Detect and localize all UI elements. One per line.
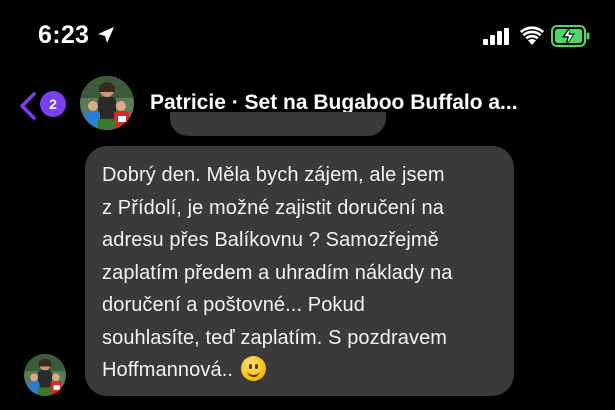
status-time: 6:23 (38, 21, 90, 49)
message-text-content: Dobrý den. Měla bych zájem, ale jsem z P… (102, 164, 453, 381)
smiling-face-emoji-icon (240, 356, 266, 381)
battery-charging-icon (551, 25, 590, 47)
status-bar: 6:23 (0, 0, 615, 70)
sender-avatar[interactable] (24, 354, 66, 396)
wifi-icon (520, 26, 544, 45)
cellular-signal-icon (483, 28, 509, 45)
previous-message-bubble (170, 112, 386, 136)
location-arrow-icon (98, 27, 114, 43)
contact-avatar[interactable] (80, 76, 134, 130)
chevron-left-icon (20, 92, 36, 120)
unread-count-badge: 2 (40, 91, 66, 117)
message-bubble[interactable]: Dobrý den. Měla bych zájem, ale jsem z P… (85, 146, 514, 396)
back-button[interactable]: 2 (14, 88, 74, 122)
message-text: Dobrý den. Měla bych zájem, ale jsem z P… (102, 159, 498, 387)
